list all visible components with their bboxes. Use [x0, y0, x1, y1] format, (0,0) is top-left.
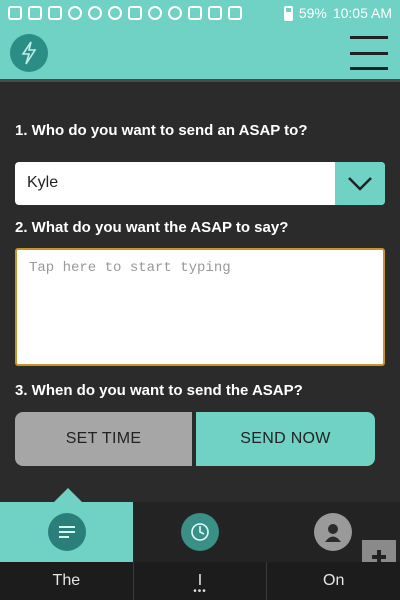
clock: 10:05 AM [332, 5, 392, 21]
battery-icon [283, 5, 293, 21]
set-time-button[interactable]: SET TIME [15, 412, 192, 466]
message-input[interactable] [17, 250, 383, 364]
battery-percentage: 59% [298, 5, 327, 21]
mute-icon [188, 6, 202, 20]
tab-scheduled[interactable] [133, 502, 266, 562]
question-recipient-label: 1. Who do you want to send an ASAP to? [15, 122, 308, 139]
message-icon [8, 6, 22, 20]
wifi-icon [208, 6, 222, 20]
bluetooth-icon [88, 6, 102, 20]
bottom-tab-bar [0, 488, 400, 562]
signal-icon [228, 6, 242, 20]
upload-icon [128, 6, 142, 20]
add-contact-icon [314, 513, 352, 551]
chat-icon [28, 6, 42, 20]
recipient-value: Kyle [27, 174, 59, 191]
app-header [0, 26, 400, 82]
clock-chat-icon [180, 513, 219, 551]
question-message-label: 2. What do you want the ASAP to say? [15, 219, 289, 236]
suggestion-item[interactable]: The [0, 562, 133, 600]
recipient-select[interactable]: Kyle [15, 162, 385, 205]
message-list-icon [47, 513, 86, 551]
photo-icon [48, 6, 62, 20]
do-not-disturb-icon [168, 6, 182, 20]
chevron-down-icon[interactable] [335, 162, 385, 205]
hamburger-menu-icon[interactable] [350, 36, 388, 70]
asap-form: 1. Who do you want to send an ASAP to? K… [0, 82, 400, 502]
tab-messages[interactable] [0, 488, 133, 562]
message-field[interactable] [15, 248, 385, 366]
sync-icon [68, 6, 82, 20]
question-time-label: 3. When do you want to send the ASAP? [15, 382, 303, 399]
settings-icon [108, 6, 122, 20]
suggestion-item[interactable]: On [266, 562, 400, 600]
keyboard-suggestions: The I ••• On [0, 562, 400, 600]
nfc-icon [148, 6, 162, 20]
suggestion-item[interactable]: I ••• [132, 562, 267, 600]
more-suggestions-icon: ••• [193, 586, 207, 597]
send-now-button[interactable]: SEND NOW [196, 412, 375, 466]
notification-icons [8, 6, 284, 20]
status-bar: 59% 10:05 AM [0, 0, 400, 26]
lightning-bolt-icon[interactable] [10, 34, 48, 72]
